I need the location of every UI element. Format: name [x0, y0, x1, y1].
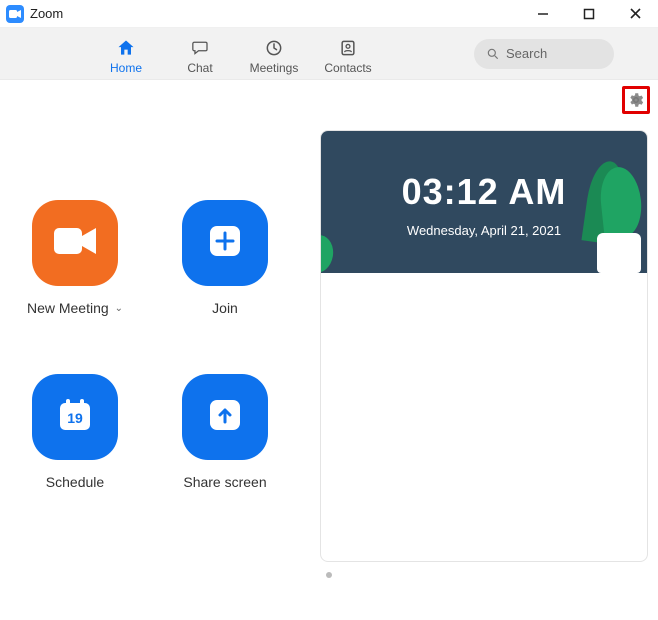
plant-decoration-small — [321, 233, 341, 273]
chat-icon — [190, 37, 210, 59]
window-minimize-button[interactable] — [520, 0, 566, 28]
pager-dot — [326, 572, 332, 578]
schedule-action: 19 Schedule — [0, 374, 150, 490]
window-maximize-button[interactable] — [566, 0, 612, 28]
search-placeholder: Search — [506, 46, 547, 61]
tab-contacts-label: Contacts — [324, 61, 371, 75]
top-nav: Home Chat Meetings Contacts Search — [0, 28, 658, 80]
share-screen-button[interactable] — [182, 374, 268, 460]
main-area: New Meeting ⌄ Join 19 — [0, 80, 658, 620]
clock-icon — [264, 37, 284, 59]
join-button[interactable] — [182, 200, 268, 286]
new-meeting-action: New Meeting ⌄ — [0, 200, 150, 316]
search-input[interactable]: Search — [474, 39, 614, 69]
share-arrow-icon — [208, 398, 242, 437]
window-titlebar: Zoom — [0, 0, 658, 28]
card-hero: 03:12 AM Wednesday, April 21, 2021 — [321, 131, 647, 273]
tab-chat-label: Chat — [187, 61, 212, 75]
schedule-label: Schedule — [46, 474, 104, 490]
window-close-button[interactable] — [612, 0, 658, 28]
calendar-icon: 19 — [55, 395, 95, 440]
zoom-app-icon — [6, 5, 24, 23]
tab-home-label: Home — [110, 61, 142, 75]
search-icon — [486, 47, 500, 61]
tab-meetings[interactable]: Meetings — [239, 33, 309, 75]
new-meeting-button[interactable] — [32, 200, 118, 286]
chevron-down-icon: ⌄ — [115, 303, 123, 314]
tab-chat[interactable]: Chat — [165, 33, 235, 75]
upcoming-card: 03:12 AM Wednesday, April 21, 2021 — [320, 130, 648, 562]
share-screen-action: Share screen — [150, 374, 300, 490]
tab-contacts[interactable]: Contacts — [313, 33, 383, 75]
plus-icon — [208, 224, 242, 263]
window-title: Zoom — [30, 6, 520, 21]
calendar-day: 19 — [67, 410, 83, 426]
new-meeting-label: New Meeting — [27, 300, 109, 316]
share-screen-label: Share screen — [183, 474, 266, 490]
tab-home[interactable]: Home — [91, 33, 161, 75]
join-label: Join — [212, 300, 238, 316]
schedule-button[interactable]: 19 — [32, 374, 118, 460]
join-action: Join — [150, 200, 300, 316]
plant-decoration — [591, 153, 647, 273]
new-meeting-label-row[interactable]: New Meeting ⌄ — [27, 300, 123, 316]
home-icon — [116, 37, 136, 59]
video-icon — [52, 224, 98, 263]
contacts-icon — [338, 37, 358, 59]
tab-meetings-label: Meetings — [250, 61, 299, 75]
